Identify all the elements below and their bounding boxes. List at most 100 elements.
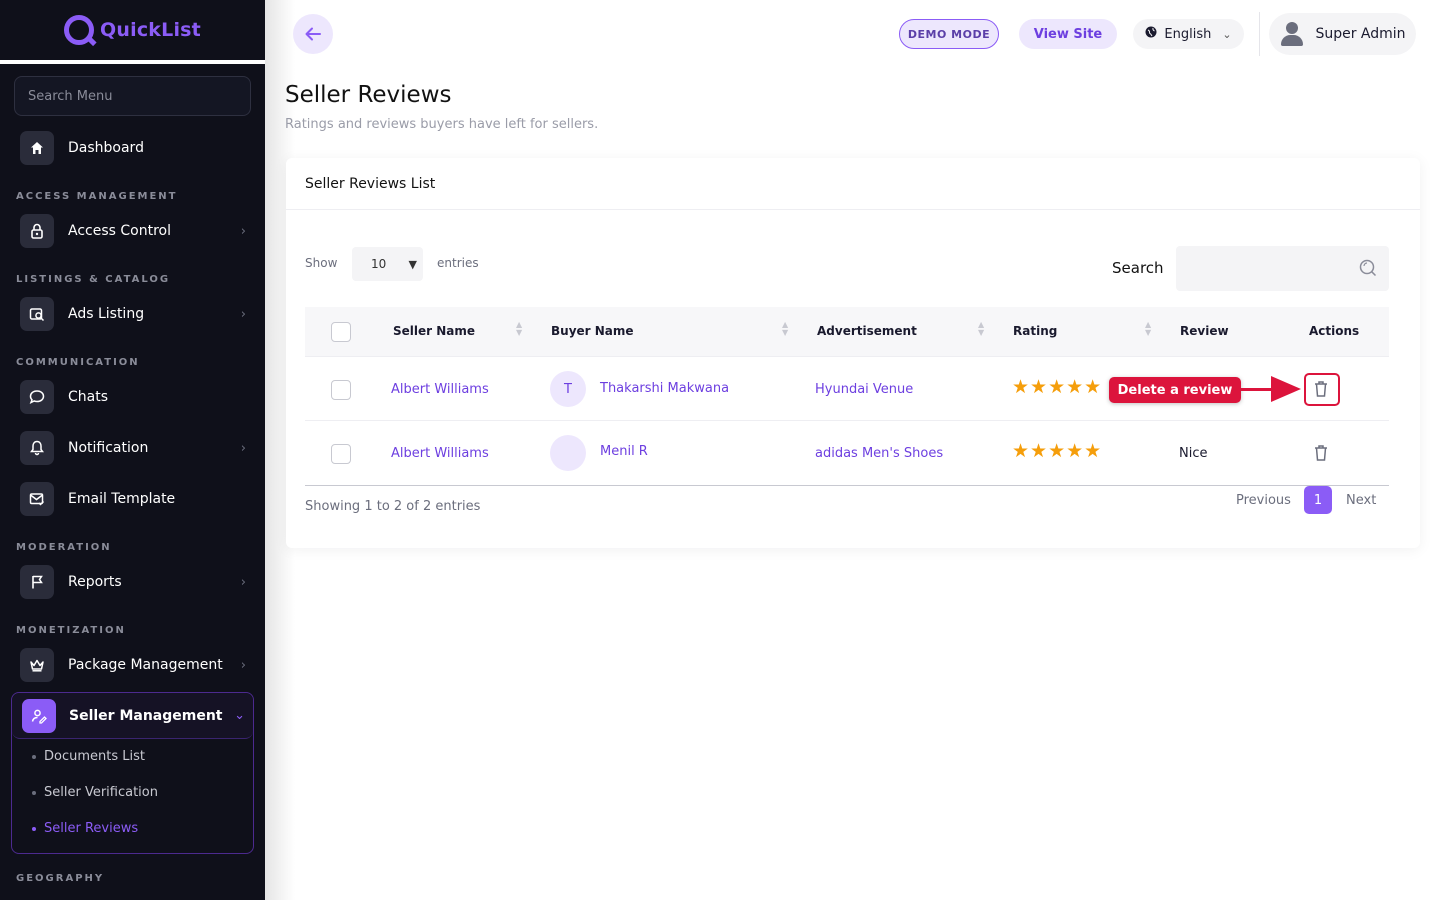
- subitem-label: Seller Reviews: [44, 821, 139, 836]
- sidebar-item-ads-listing[interactable]: Ads Listing ›: [20, 296, 250, 332]
- sort-icon[interactable]: ▲ ▼: [1145, 321, 1151, 337]
- brand-logo-icon: [64, 15, 95, 45]
- sidebar-item-dashboard[interactable]: Dashboard: [20, 130, 250, 166]
- sidebar-item-notification[interactable]: Notification ›: [20, 430, 250, 466]
- sidebar-item-label: Chats: [68, 389, 109, 405]
- search-label: Search: [1112, 259, 1164, 277]
- flag-icon: [20, 565, 54, 599]
- chevron-right-icon: ›: [240, 306, 246, 322]
- select-all-checkbox[interactable]: [331, 322, 351, 342]
- sidebar-item-reports[interactable]: Reports ›: [20, 564, 250, 600]
- sidebar-subitem-seller-verification[interactable]: Seller Verification: [32, 785, 158, 800]
- sidebar-item-chats[interactable]: Chats: [20, 379, 250, 415]
- sidebar-item-label: Email Template: [68, 491, 176, 507]
- ads-search-icon: [20, 297, 54, 331]
- table-header: Seller Name ▲ ▼ Buyer Name ▲ ▼ Advertiseme…: [305, 307, 1389, 357]
- search-menu-input[interactable]: Search Menu: [14, 76, 251, 116]
- sort-icon[interactable]: ▲ ▼: [782, 321, 788, 337]
- lock-icon: [20, 214, 54, 248]
- user-name: Super Admin: [1315, 26, 1406, 42]
- search-input[interactable]: [1176, 246, 1389, 291]
- row-checkbox[interactable]: [331, 380, 351, 400]
- sidebar-item-label: Reports: [68, 574, 122, 590]
- subitem-label: Seller Verification: [44, 785, 158, 800]
- sidebar-subitem-documents-list[interactable]: Documents List: [32, 749, 145, 764]
- bullet-icon: [32, 790, 36, 795]
- sidebar-item-access-control[interactable]: Access Control ›: [20, 213, 250, 249]
- sidebar-item-label: Ads Listing: [68, 306, 145, 322]
- mail-check-icon: [20, 482, 54, 516]
- user-edit-icon: [22, 698, 56, 733]
- buyer-name-link[interactable]: Menil R: [600, 444, 648, 459]
- brand-name: QuickList: [100, 19, 201, 41]
- showing-entries-text: Showing 1 to 2 of 2 entries: [305, 499, 481, 514]
- delete-icon[interactable]: [1313, 444, 1329, 462]
- row-checkbox[interactable]: [331, 444, 351, 464]
- sidebar-item-label: Dashboard: [68, 140, 144, 156]
- chevron-right-icon: ›: [240, 574, 246, 590]
- pagination-next[interactable]: Next: [1346, 493, 1376, 508]
- card-divider: [286, 209, 1420, 210]
- pagination-page-1[interactable]: 1: [1304, 486, 1332, 514]
- view-site-button[interactable]: View Site: [1019, 19, 1117, 49]
- search-icon: [1359, 259, 1377, 277]
- bullet-icon: [32, 826, 36, 831]
- table-footer-line: [305, 485, 1389, 486]
- sidebar-item-label: Access Control: [68, 223, 171, 239]
- th-review: Review: [1180, 324, 1229, 338]
- sidebar-item-package-management[interactable]: Package Management ›: [20, 647, 250, 683]
- entries-value: 10: [371, 257, 387, 271]
- chevron-right-icon: ›: [240, 223, 246, 239]
- user-menu[interactable]: Super Admin: [1269, 13, 1416, 55]
- bell-icon: [20, 431, 54, 465]
- advertisement-link[interactable]: Hyundai Venue: [815, 382, 913, 397]
- seller-name-link[interactable]: Albert Williams: [391, 382, 489, 397]
- language-selector[interactable]: English ⌄: [1133, 19, 1244, 49]
- subitem-label: Documents List: [44, 749, 145, 764]
- crown-icon: [20, 648, 54, 682]
- chevron-down-icon: ⌄: [234, 708, 245, 723]
- brand[interactable]: QuickList: [0, 0, 265, 64]
- chevron-down-icon: ⌄: [1222, 27, 1232, 41]
- entries-select[interactable]: 10 ▼: [352, 247, 423, 281]
- demo-mode-badge: DEMO MODE: [899, 19, 999, 49]
- section-geography: GEOGRAPHY: [16, 873, 105, 884]
- user-avatar-icon: [1279, 21, 1305, 47]
- sidebar-item-label: Seller Management: [69, 707, 223, 724]
- sort-icon[interactable]: ▲ ▼: [516, 321, 522, 337]
- sidebar-item-email-template[interactable]: Email Template: [20, 481, 250, 517]
- seller-name-link[interactable]: Albert Williams: [391, 446, 489, 461]
- section-listings-catalog: LISTINGS & CATALOG: [16, 274, 171, 285]
- chevron-right-icon: ›: [240, 440, 246, 456]
- seller-management-group: Seller Management ⌄ Documents List Selle…: [11, 692, 254, 854]
- buyer-avatar: T: [550, 371, 586, 407]
- globe-icon: [1145, 26, 1157, 42]
- sidebar-item-label: Package Management: [68, 657, 223, 673]
- pagination-previous[interactable]: Previous: [1236, 493, 1291, 508]
- bullet-icon: [32, 754, 36, 759]
- th-advertisement[interactable]: Advertisement: [817, 324, 917, 338]
- th-actions: Actions: [1309, 324, 1360, 338]
- section-monetization: MONETIZATION: [16, 625, 126, 636]
- rating-stars: ★★★★★: [1012, 440, 1103, 462]
- rating-stars: ★★★★★: [1012, 376, 1103, 398]
- back-button[interactable]: [293, 14, 333, 54]
- chevron-down-icon: ▼: [408, 257, 417, 271]
- th-seller-name[interactable]: Seller Name: [393, 324, 475, 338]
- home-icon: [20, 131, 54, 165]
- language-label: English: [1164, 26, 1212, 42]
- entries-label: entries: [437, 256, 479, 270]
- sort-icon[interactable]: ▲ ▼: [978, 321, 984, 337]
- sidebar-item-label: Notification: [68, 440, 149, 456]
- page-subtitle: Ratings and reviews buyers have left for…: [285, 117, 599, 132]
- sidebar-item-seller-management[interactable]: Seller Management ⌄: [12, 693, 253, 739]
- sidebar-subitem-seller-reviews[interactable]: Seller Reviews: [32, 821, 138, 836]
- th-buyer-name[interactable]: Buyer Name: [551, 324, 634, 338]
- row-divider: [305, 420, 1389, 421]
- buyer-name-link[interactable]: Thakarshi Makwana: [600, 381, 729, 396]
- sidebar: QuickList Search Menu Dashboard ACCESS M…: [0, 0, 265, 900]
- th-rating[interactable]: Rating: [1013, 324, 1057, 338]
- advertisement-link[interactable]: adidas Men's Shoes: [815, 446, 943, 461]
- topbar-divider: [1259, 12, 1260, 56]
- review-text: Nice: [1179, 446, 1208, 461]
